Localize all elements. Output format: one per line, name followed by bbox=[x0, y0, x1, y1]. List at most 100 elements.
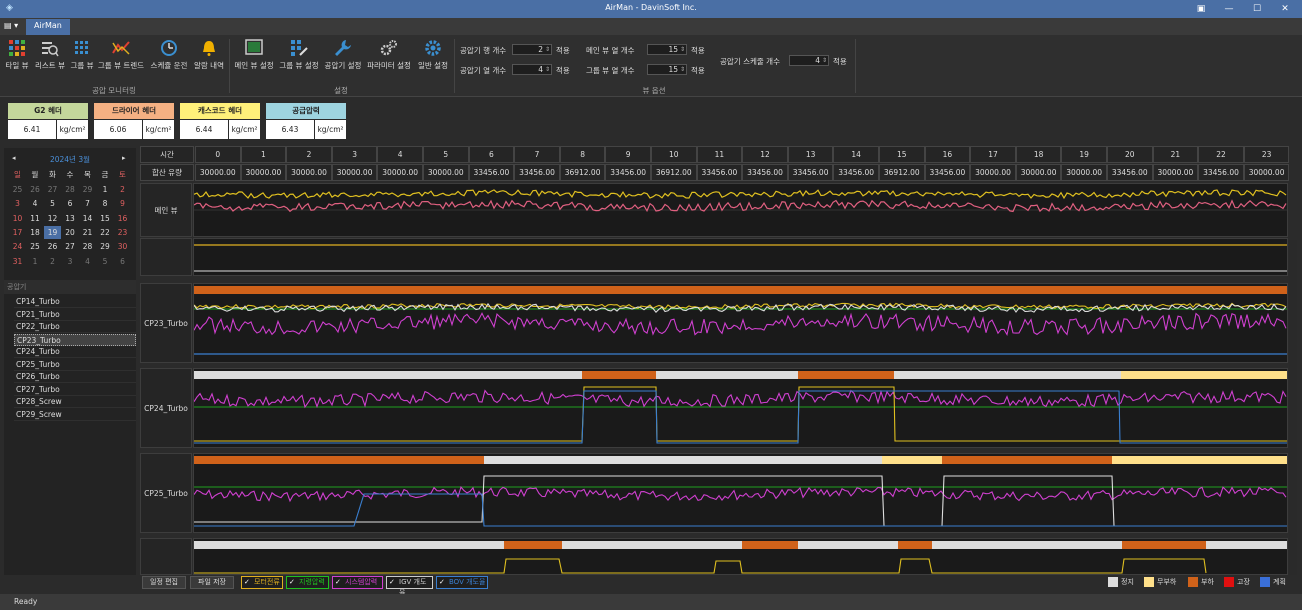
main-view-settings-button[interactable]: 메인 뷰 설정 bbox=[233, 39, 275, 71]
calendar-day[interactable]: 5 bbox=[97, 255, 114, 268]
hour-header-cell: 3 bbox=[331, 146, 378, 163]
calendar-day[interactable]: 15 bbox=[97, 212, 114, 225]
calendar-day[interactable]: 19 bbox=[44, 225, 61, 239]
calendar-day[interactable]: 25 bbox=[27, 240, 44, 253]
calendar-day[interactable]: 28 bbox=[62, 183, 79, 196]
schedule-run-button[interactable]: 스케쥴 운전 bbox=[149, 39, 189, 71]
calendar-day[interactable]: 27 bbox=[62, 240, 79, 253]
calendar-day[interactable]: 26 bbox=[44, 240, 61, 253]
compressor-list-item[interactable]: CP22_Turbo bbox=[14, 321, 136, 333]
group-trend-button[interactable]: 그룹 뷰 트렌드 bbox=[97, 39, 145, 71]
calendar-next-button[interactable]: ▸ bbox=[122, 154, 126, 162]
close-button[interactable]: ✕ bbox=[1274, 2, 1296, 16]
status-legend-item: 계획 bbox=[1260, 577, 1286, 587]
group-view-button[interactable]: 그룹 뷰 bbox=[70, 39, 94, 71]
cp24-plot bbox=[193, 368, 1288, 448]
compressor-list-item[interactable]: CP24_Turbo bbox=[14, 346, 136, 358]
calendar-day[interactable]: 3 bbox=[9, 197, 26, 210]
calendar-day[interactable]: 9 bbox=[114, 197, 131, 210]
calendar-weekday: 일 bbox=[14, 170, 21, 179]
calendar-day[interactable]: 29 bbox=[79, 183, 96, 196]
calendar-day[interactable]: 7 bbox=[79, 197, 96, 210]
parameter-settings-button[interactable]: 파라미터 설정 bbox=[366, 39, 412, 71]
calendar-day[interactable]: 8 bbox=[97, 197, 114, 210]
compressor-list-item[interactable]: CP29_Screw bbox=[14, 409, 136, 421]
calendar-day[interactable]: 11 bbox=[27, 212, 44, 225]
series-toggle-checkbox[interactable]: BOV 개도율 bbox=[436, 576, 488, 589]
tab-airman[interactable]: AirMan bbox=[26, 19, 70, 35]
calendar-title[interactable]: 2024년 3월 bbox=[4, 154, 136, 165]
calendar-day[interactable]: 29 bbox=[97, 240, 114, 253]
calendar-weekday: 토 bbox=[119, 170, 126, 179]
series-toggle-checkbox[interactable]: 지령압력 bbox=[286, 576, 329, 589]
calendar-day[interactable]: 20 bbox=[62, 226, 79, 239]
calendar-day[interactable]: 6 bbox=[114, 255, 131, 268]
calendar-day[interactable]: 31 bbox=[9, 255, 26, 268]
restore-layout-icon[interactable]: ▣ bbox=[1190, 2, 1212, 16]
tile-view-button[interactable]: 타일 뷰 bbox=[4, 39, 30, 71]
calendar-day[interactable]: 1 bbox=[97, 183, 114, 196]
calendar-day[interactable]: 22 bbox=[97, 226, 114, 239]
calendar-day[interactable]: 27 bbox=[44, 183, 61, 196]
vertical-scrollbar[interactable] bbox=[1289, 240, 1297, 575]
calendar-day[interactable]: 24 bbox=[9, 240, 26, 253]
minimize-button[interactable]: — bbox=[1218, 2, 1240, 16]
compressor-list-item[interactable]: CP26_Turbo bbox=[14, 371, 136, 383]
calendar-day[interactable]: 13 bbox=[62, 212, 79, 225]
file-menu-button[interactable]: ▤ ▾ bbox=[4, 21, 18, 30]
row-count-spinner[interactable]: 2 bbox=[512, 44, 552, 55]
calendar-day[interactable]: 16 bbox=[114, 212, 131, 225]
series-toggle-checkbox[interactable]: IGV 개도율 bbox=[386, 576, 433, 597]
series-toggle-checkbox[interactable]: 시스템압력 bbox=[332, 576, 383, 589]
calendar-day[interactable]: 4 bbox=[79, 255, 96, 268]
calendar-day[interactable]: 1 bbox=[27, 255, 44, 268]
calendar-day[interactable]: 5 bbox=[44, 197, 61, 210]
schedule-edit-button[interactable]: 일정 편집 bbox=[142, 576, 186, 589]
calendar-day[interactable]: 17 bbox=[9, 226, 26, 239]
hour-flow-cell: 33456.00 bbox=[696, 164, 743, 181]
compressor-settings-button[interactable]: 공압기 설정 bbox=[323, 39, 363, 71]
hour-flow-cell: 33456.00 bbox=[1198, 164, 1244, 181]
list-view-button[interactable]: 리스트 뷰 bbox=[33, 39, 67, 71]
group-col-spinner[interactable]: 15 bbox=[647, 64, 687, 75]
calendar-day[interactable]: 23 bbox=[114, 226, 131, 239]
calendar-day[interactable]: 30 bbox=[114, 240, 131, 253]
main-col-label: 메인 뷰 열 개수 bbox=[586, 46, 635, 55]
ribbon-separator bbox=[855, 39, 856, 93]
calendar-day[interactable]: 21 bbox=[79, 226, 96, 239]
compressor-list-item[interactable]: CP14_Turbo bbox=[14, 296, 136, 308]
alarm-history-button[interactable]: 알람 내역 bbox=[193, 39, 225, 71]
calendar-day[interactable]: 28 bbox=[79, 240, 96, 253]
calendar-day[interactable]: 4 bbox=[27, 197, 44, 210]
series-toggle-checkbox[interactable]: 모터전류 bbox=[241, 576, 283, 589]
calendar-day[interactable]: 26 bbox=[27, 183, 44, 196]
calendar-day[interactable]: 6 bbox=[62, 197, 79, 210]
general-settings-button[interactable]: 일반 설정 bbox=[415, 39, 451, 71]
calendar-day[interactable]: 14 bbox=[79, 212, 96, 225]
compressor-list-item[interactable]: CP23_Turbo bbox=[14, 333, 136, 346]
calendar-day[interactable]: 10 bbox=[9, 212, 26, 225]
group-col-apply-button[interactable]: 적용 bbox=[691, 65, 705, 76]
calendar-day[interactable]: 12 bbox=[44, 212, 61, 225]
calendar-day[interactable]: 18 bbox=[27, 226, 44, 239]
save-file-button[interactable]: 파일 저장 bbox=[190, 576, 234, 589]
col-count-apply-button[interactable]: 적용 bbox=[556, 65, 570, 76]
compressor-list-item[interactable]: CP25_Turbo bbox=[14, 359, 136, 371]
gear-icon bbox=[425, 40, 441, 56]
calendar-day[interactable]: 3 bbox=[62, 255, 79, 268]
row-count-apply-button[interactable]: 적용 bbox=[556, 45, 570, 56]
main-col-spinner[interactable]: 15 bbox=[647, 44, 687, 55]
calendar-day[interactable]: 2 bbox=[44, 255, 61, 268]
compressor-list-item[interactable]: CP21_Turbo bbox=[14, 309, 136, 321]
maximize-button[interactable]: ☐ bbox=[1246, 2, 1268, 16]
main-col-apply-button[interactable]: 적용 bbox=[691, 45, 705, 56]
schedule-count-spinner[interactable]: 4 bbox=[789, 55, 829, 66]
calendar-day[interactable]: 25 bbox=[9, 183, 26, 196]
group-view-settings-button[interactable]: 그룹 뷰 설정 bbox=[278, 39, 320, 71]
hour-flow-cell: 30000.00 bbox=[1243, 164, 1290, 181]
compressor-list-item[interactable]: CP28_Screw bbox=[14, 396, 136, 408]
col-count-spinner[interactable]: 4 bbox=[512, 64, 552, 75]
calendar-day[interactable]: 2 bbox=[114, 183, 131, 196]
schedule-count-apply-button[interactable]: 적용 bbox=[833, 56, 847, 67]
compressor-list-item[interactable]: CP27_Turbo bbox=[14, 384, 136, 396]
